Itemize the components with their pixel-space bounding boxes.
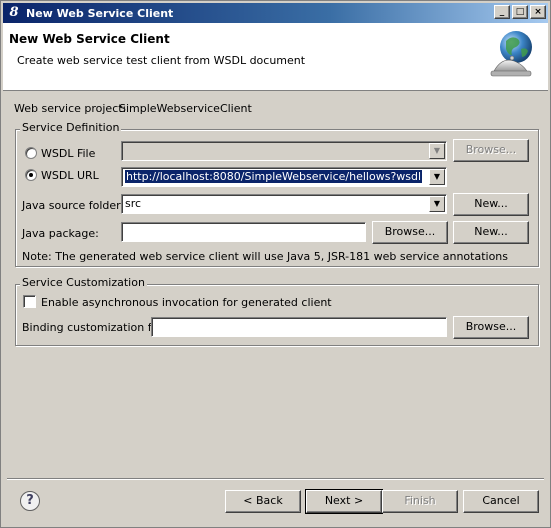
- chevron-down-icon: ▼: [429, 143, 445, 159]
- close-button[interactable]: ×: [530, 5, 546, 19]
- maximize-button[interactable]: □: [512, 5, 528, 19]
- java-package-browse-button[interactable]: Browse...: [372, 221, 448, 244]
- java-package-label: Java package:: [22, 227, 99, 240]
- next-button[interactable]: Next >: [305, 489, 383, 514]
- chevron-down-icon[interactable]: ▼: [429, 196, 445, 212]
- java5-note: Note: The generated web service client w…: [22, 250, 509, 263]
- wsdl-url-value: http://localhost:8080/SimpleWebservice/h…: [125, 170, 423, 183]
- project-label: Web service project:: [14, 102, 127, 115]
- wsdl-url-radio[interactable]: [25, 169, 37, 181]
- wsdl-url-label: WSDL URL: [41, 169, 99, 182]
- async-invocation-checkbox[interactable]: [23, 295, 36, 308]
- binding-file-label: Binding customization file:: [22, 321, 169, 334]
- eclipse-app-icon: 8: [9, 5, 19, 20]
- cancel-button[interactable]: Cancel: [463, 490, 539, 513]
- wizard-window: 8 New Web Service Client _ □ × New Web S…: [0, 0, 551, 528]
- window-title: New Web Service Client: [26, 6, 174, 20]
- wizard-description: Create web service test client from WSDL…: [17, 54, 306, 67]
- java-package-input[interactable]: [121, 222, 366, 242]
- window-controls: _ □ ×: [492, 5, 546, 19]
- java-package-new-button[interactable]: New...: [453, 221, 529, 244]
- wsdl-file-label: WSDL File: [41, 147, 96, 160]
- help-icon[interactable]: ?: [20, 491, 40, 511]
- source-folder-label: Java source folder:: [22, 199, 125, 212]
- minimize-button[interactable]: _: [494, 5, 510, 19]
- async-invocation-label: Enable asynchronous invocation for gener…: [41, 296, 332, 309]
- title-bar[interactable]: 8 New Web Service Client _ □ ×: [3, 3, 548, 23]
- back-button[interactable]: < Back: [225, 490, 301, 513]
- chevron-down-icon[interactable]: ▼: [429, 169, 445, 185]
- wsdl-file-browse-button[interactable]: Browse...: [453, 139, 529, 162]
- globe-with-bell-icon: [490, 31, 532, 77]
- source-folder-combo[interactable]: src ▼: [121, 194, 447, 214]
- wsdl-url-combo[interactable]: http://localhost:8080/SimpleWebservice/h…: [121, 167, 447, 187]
- footer-separator: [7, 478, 544, 480]
- wsdl-file-radio[interactable]: [25, 147, 37, 159]
- finish-button[interactable]: Finish: [382, 490, 458, 513]
- wizard-heading: New Web Service Client: [9, 32, 170, 46]
- binding-file-input[interactable]: [151, 317, 447, 337]
- binding-file-browse-button[interactable]: Browse...: [453, 316, 529, 339]
- source-folder-value: src: [125, 197, 142, 210]
- service-customization-title: Service Customization: [20, 276, 147, 289]
- service-definition-title: Service Definition: [20, 121, 122, 134]
- source-folder-new-button[interactable]: New...: [453, 193, 529, 216]
- wizard-banner: New Web Service Client Create web servic…: [3, 23, 548, 91]
- wsdl-file-combo: ▼: [121, 141, 447, 161]
- project-value: SimpleWebserviceClient: [119, 102, 252, 115]
